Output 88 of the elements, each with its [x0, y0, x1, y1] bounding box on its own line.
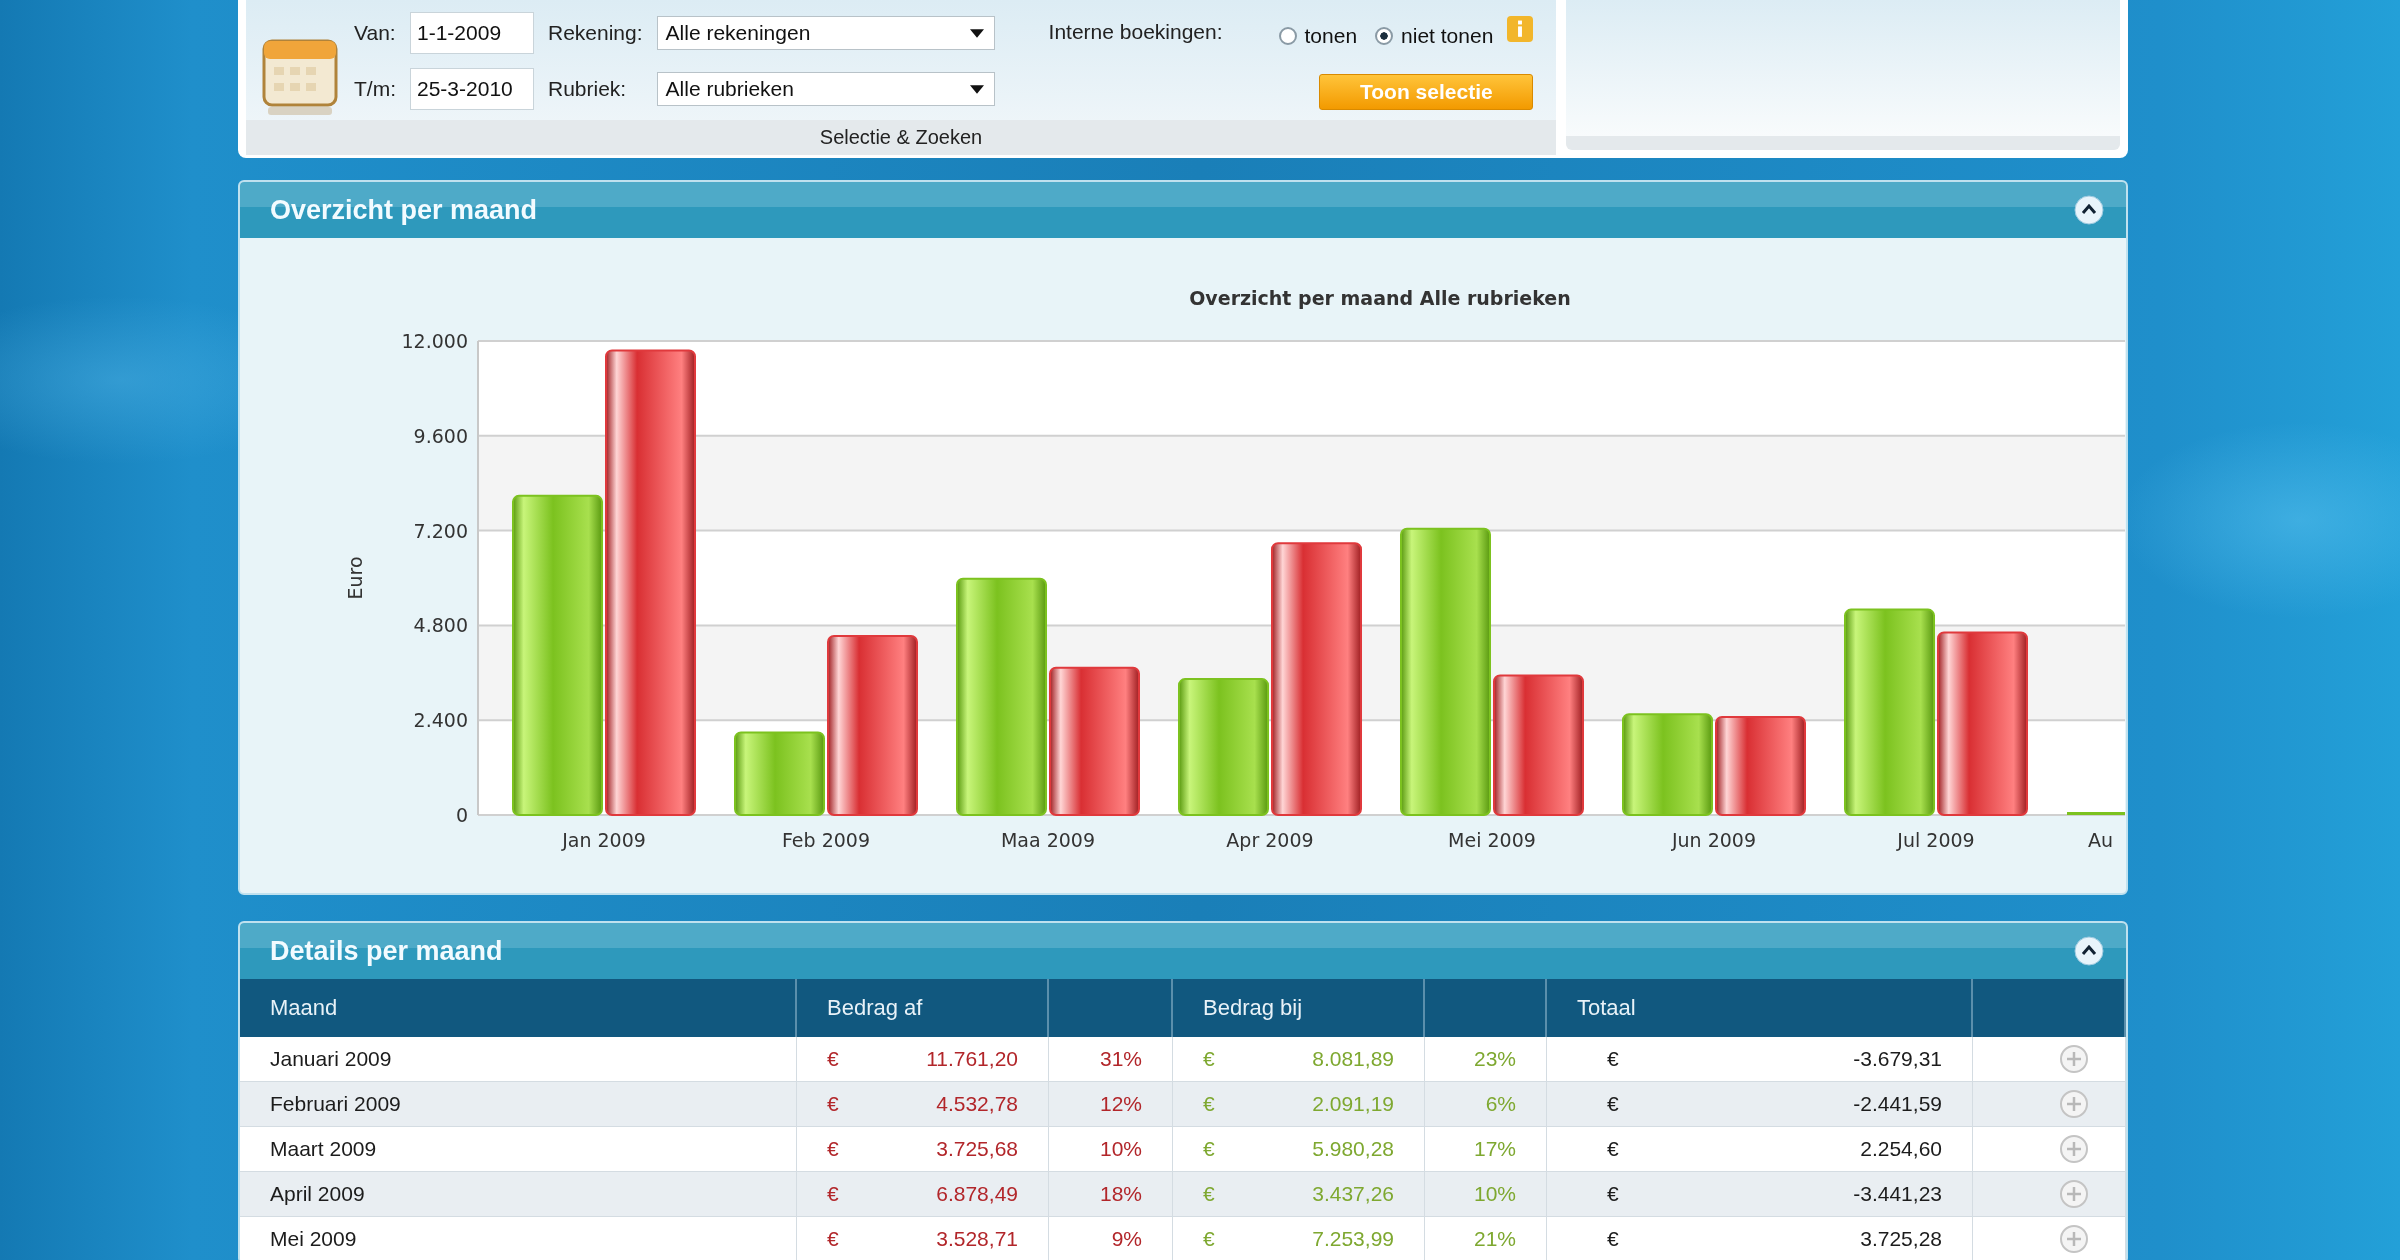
- info-icon[interactable]: [1507, 16, 1534, 42]
- caret-icon: [969, 28, 984, 38]
- amount: 6.878,49: [936, 1182, 1018, 1206]
- currency-sign: €: [1607, 1137, 1619, 1161]
- axis-title: Euro: [344, 556, 366, 600]
- currency-sign: €: [827, 1047, 839, 1071]
- currency-sign: €: [1203, 1137, 1215, 1161]
- panel-caption: Selectie & Zoeken: [246, 120, 1556, 155]
- table-cell: April 2009: [240, 1172, 797, 1217]
- axis-tick-label: 4.800: [413, 614, 468, 637]
- table-cell: 10%: [1049, 1127, 1173, 1172]
- expand-icon[interactable]: [2059, 1134, 2089, 1164]
- expand-icon[interactable]: [2059, 1179, 2089, 1209]
- axis-tick-label: Jul 2009: [1897, 829, 1975, 851]
- expand-icon[interactable]: [2059, 1089, 2089, 1119]
- table-cell: Mei 2009: [240, 1217, 797, 1260]
- table-cell: 31%: [1049, 1037, 1173, 1082]
- axis-tick-label: Feb 2009: [782, 829, 870, 851]
- axis-tick-label: 7.200: [413, 519, 468, 542]
- axis-tick-label: Au: [2088, 829, 2114, 851]
- chart-title: Overzicht per maand Alle rubrieken: [1189, 287, 1571, 309]
- column-header: Bedrag af: [797, 979, 1049, 1037]
- amount: 3.437,26: [1312, 1182, 1394, 1206]
- account-dropdown[interactable]: Alle rekeningen: [656, 16, 995, 50]
- section-title: Details per maand: [270, 935, 503, 967]
- collapse-icon[interactable]: [2074, 936, 2104, 966]
- radio-option[interactable]: niet tonen: [1375, 24, 1494, 48]
- amount: 2.254,60: [1860, 1137, 1942, 1161]
- expand-icon[interactable]: [2059, 1044, 2089, 1074]
- amount: 5.980,28: [1312, 1137, 1394, 1161]
- axis-tick-label: Apr 2009: [1226, 829, 1314, 851]
- amount: -3.679,31: [1853, 1047, 1942, 1071]
- amount: 4.532,78: [936, 1092, 1018, 1116]
- table-cell: 23%: [1425, 1037, 1547, 1082]
- currency-sign: €: [1203, 1182, 1215, 1206]
- currency-sign: €: [827, 1227, 839, 1251]
- column-header: Bedrag bij: [1173, 979, 1425, 1037]
- table-cell: Maart 2009: [240, 1127, 797, 1172]
- amount: 2.091,19: [1312, 1092, 1394, 1116]
- caret-icon: [969, 84, 984, 94]
- date-field[interactable]: 25-3-2010: [410, 68, 534, 110]
- axis-tick-label: Jan 2009: [562, 829, 646, 851]
- amount: 3.725,28: [1860, 1227, 1942, 1251]
- axis-tick-label: 9.600: [413, 424, 468, 447]
- axis-tick-label: Mei 2009: [1448, 829, 1536, 851]
- table-cell: 18%: [1049, 1172, 1173, 1217]
- collapse-icon[interactable]: [2074, 195, 2104, 225]
- field-label: Van:: [354, 21, 396, 45]
- field-label: Rubriek:: [548, 77, 628, 101]
- table-cell: 17%: [1425, 1127, 1547, 1172]
- axis-tick-label: 2.400: [413, 709, 468, 732]
- axis-tick-label: Maa 2009: [1000, 829, 1096, 851]
- currency-sign: €: [1203, 1092, 1215, 1116]
- currency-sign: €: [1203, 1047, 1215, 1071]
- currency-sign: €: [827, 1137, 839, 1161]
- amount: 8.081,89: [1312, 1047, 1394, 1071]
- currency-sign: €: [827, 1182, 839, 1206]
- table-cell: 6%: [1425, 1082, 1547, 1127]
- currency-sign: €: [1607, 1182, 1619, 1206]
- table-cell: 10%: [1425, 1172, 1547, 1217]
- field-label: Rekening:: [548, 21, 643, 45]
- amount: -2.441,59: [1853, 1092, 1942, 1116]
- currency-sign: €: [827, 1092, 839, 1116]
- table-cell: 12%: [1049, 1082, 1173, 1127]
- field-label: T/m:: [354, 77, 396, 101]
- currency-sign: €: [1607, 1047, 1619, 1071]
- section-title: Overzicht per maand: [270, 194, 538, 226]
- amount: 3.528,71: [936, 1227, 1018, 1251]
- expand-icon[interactable]: [2059, 1224, 2089, 1254]
- chart-bar: [2067, 812, 2125, 815]
- category-dropdown[interactable]: Alle rubrieken: [656, 72, 995, 106]
- amount: 7.253,99: [1312, 1227, 1394, 1251]
- table-cell: Januari 2009: [240, 1037, 797, 1082]
- currency-sign: €: [1607, 1227, 1619, 1251]
- axis-tick-label: 0: [455, 804, 468, 826]
- date-field[interactable]: 1-1-2009: [410, 12, 534, 54]
- column-header: Totaal: [1547, 979, 1973, 1037]
- column-header: Maand: [240, 979, 797, 1037]
- axis-tick-label: Jun 2009: [1671, 829, 1757, 851]
- field-label: Interne boekingen:: [1048, 20, 1223, 44]
- currency-sign: €: [1203, 1227, 1215, 1251]
- table-cell: Februari 2009: [240, 1082, 797, 1127]
- amount: -3.441,23: [1853, 1182, 1942, 1206]
- amount: 11.761,20: [926, 1047, 1018, 1071]
- radio-option[interactable]: tonen: [1278, 24, 1358, 48]
- currency-sign: €: [1607, 1092, 1619, 1116]
- amount: 3.725,68: [936, 1137, 1018, 1161]
- axis-tick-label: 12.000: [401, 330, 468, 352]
